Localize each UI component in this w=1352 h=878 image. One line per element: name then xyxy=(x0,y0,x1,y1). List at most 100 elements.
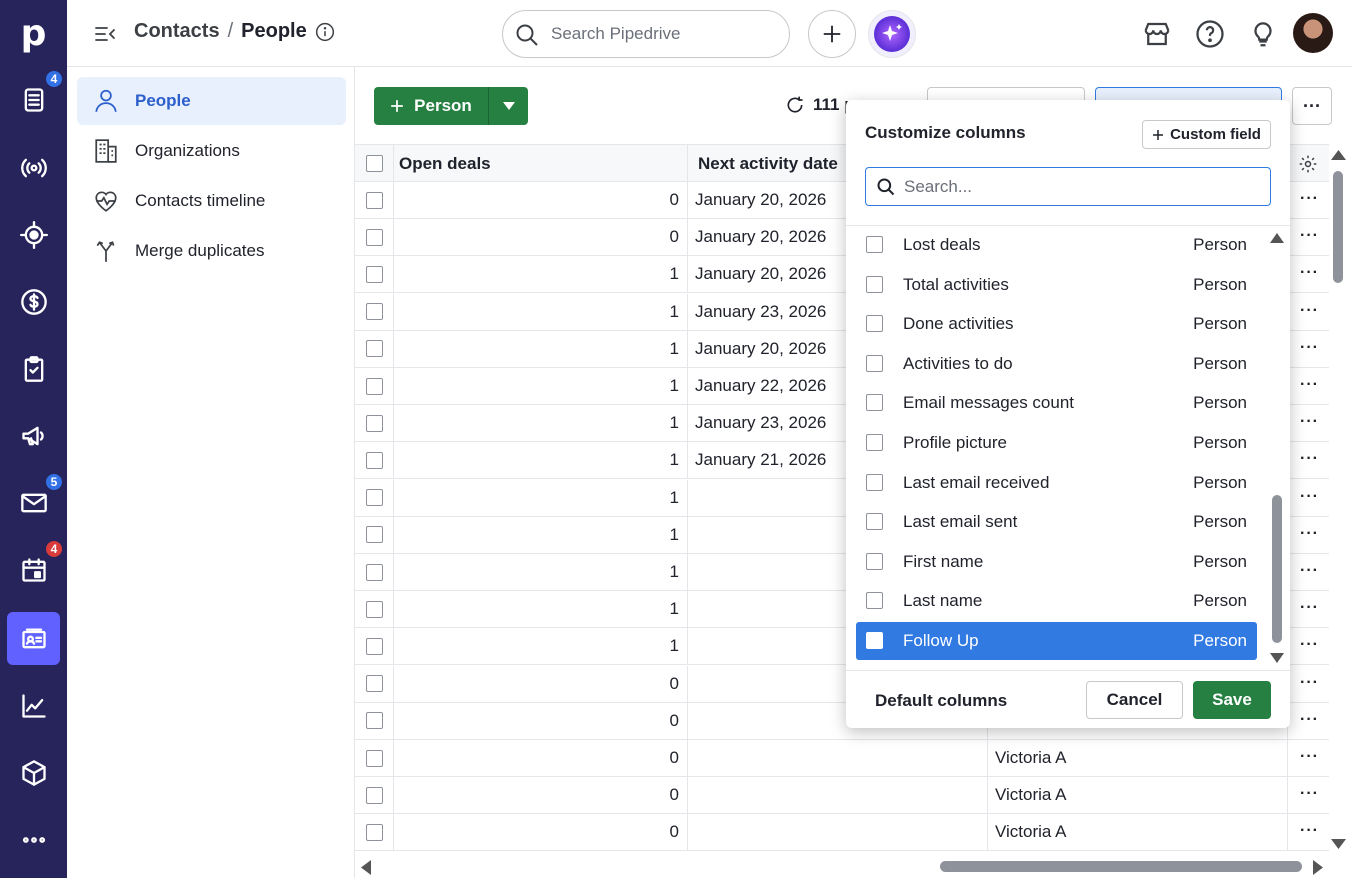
row-checkbox[interactable] xyxy=(365,749,383,767)
row-checkbox[interactable] xyxy=(365,265,383,283)
rail-item-broadcast[interactable] xyxy=(7,141,60,194)
column-option-checkbox[interactable] xyxy=(866,632,883,649)
open-deals-cell[interactable]: 0 xyxy=(394,740,688,776)
open-deals-cell[interactable]: 0 xyxy=(394,182,688,218)
row-checkbox[interactable] xyxy=(365,414,383,432)
owner-cell[interactable]: Victoria A xyxy=(988,814,1288,851)
rail-item-products[interactable] xyxy=(7,746,60,799)
rail-item-tasks[interactable] xyxy=(7,342,60,395)
column-option[interactable]: Last email received Person xyxy=(856,464,1257,502)
column-option-checkbox[interactable] xyxy=(866,315,883,333)
row-checkbox[interactable] xyxy=(365,600,383,618)
next-activity-cell[interactable] xyxy=(688,777,988,814)
cancel-button[interactable]: Cancel xyxy=(1086,681,1183,719)
rail-item-campaigns[interactable] xyxy=(7,409,60,462)
open-deals-cell[interactable]: 1 xyxy=(394,516,688,553)
column-option[interactable]: Email messages count Person xyxy=(856,384,1257,422)
select-all-checkbox[interactable] xyxy=(365,155,383,172)
row-more-button[interactable]: ··· xyxy=(1300,302,1319,320)
column-option-checkbox[interactable] xyxy=(866,394,883,412)
column-search-input[interactable]: Search... xyxy=(865,167,1271,206)
column-option-checkbox[interactable] xyxy=(866,354,883,372)
row-checkbox[interactable] xyxy=(365,489,383,507)
subnav-item-merge-duplicates[interactable]: Merge duplicates xyxy=(77,227,346,275)
rail-item-more[interactable] xyxy=(7,813,60,866)
rail-item-calendar[interactable]: 4 xyxy=(7,539,64,596)
pipedrive-logo[interactable]: p xyxy=(0,0,67,67)
save-button[interactable]: Save xyxy=(1193,681,1271,719)
next-activity-cell[interactable] xyxy=(688,814,988,851)
column-option-checkbox[interactable] xyxy=(866,592,883,610)
open-deals-cell[interactable]: 0 xyxy=(394,814,688,851)
row-checkbox[interactable] xyxy=(365,451,383,469)
add-person-dropdown[interactable] xyxy=(489,102,528,110)
table-row[interactable]: 0 Victoria A ··· xyxy=(355,740,1329,777)
open-deals-cell[interactable]: 1 xyxy=(394,330,688,367)
column-option[interactable]: Total activities Person xyxy=(856,266,1257,304)
row-checkbox[interactable] xyxy=(365,526,383,544)
open-deals-cell[interactable]: 1 xyxy=(394,591,688,628)
row-checkbox[interactable] xyxy=(365,675,383,693)
row-more-button[interactable]: ··· xyxy=(1300,674,1319,692)
vertical-scrollbar[interactable] xyxy=(1330,150,1347,853)
column-option-checkbox[interactable] xyxy=(866,434,883,451)
column-option-checkbox[interactable] xyxy=(866,275,883,293)
row-more-button[interactable]: ··· xyxy=(1300,785,1319,803)
row-more-button[interactable]: ··· xyxy=(1300,227,1319,245)
subnav-item-contacts-timeline[interactable]: Contacts timeline xyxy=(77,177,346,225)
row-more-button[interactable]: ··· xyxy=(1300,748,1319,766)
open-deals-cell[interactable]: 0 xyxy=(394,702,688,739)
more-actions-button[interactable]: ··· xyxy=(1292,87,1332,125)
table-row[interactable]: 0 Victoria A ··· xyxy=(355,814,1329,852)
info-icon[interactable] xyxy=(315,22,335,42)
help-icon[interactable] xyxy=(1195,19,1225,49)
open-deals-cell[interactable]: 0 xyxy=(394,665,688,702)
open-deals-cell[interactable]: 1 xyxy=(394,368,688,404)
scrollbar-thumb[interactable] xyxy=(1272,495,1282,643)
default-columns-link[interactable]: Default columns xyxy=(875,691,1007,711)
horizontal-scrollbar[interactable] xyxy=(355,855,1329,877)
column-option-checkbox[interactable] xyxy=(866,513,883,531)
breadcrumb-contacts[interactable]: Contacts xyxy=(134,20,220,43)
owner-cell[interactable]: Victoria A xyxy=(988,740,1288,776)
column-option[interactable]: Follow Up Person xyxy=(856,622,1257,660)
row-more-button[interactable]: ··· xyxy=(1300,264,1319,282)
column-header-open-deals[interactable]: Open deals xyxy=(394,145,688,182)
refresh-icon[interactable] xyxy=(785,95,805,115)
row-checkbox[interactable] xyxy=(365,377,383,395)
column-option[interactable]: Last email sent Person xyxy=(856,503,1257,541)
column-option-checkbox[interactable] xyxy=(866,552,883,570)
row-checkbox[interactable] xyxy=(365,303,383,321)
open-deals-cell[interactable]: 1 xyxy=(394,293,688,330)
table-row[interactable]: 0 Victoria A ··· xyxy=(355,777,1329,815)
subnav-item-people[interactable]: People xyxy=(77,77,346,125)
row-checkbox[interactable] xyxy=(365,786,383,804)
global-search-input[interactable]: Search Pipedrive xyxy=(502,10,790,58)
open-deals-cell[interactable]: 1 xyxy=(394,554,688,590)
row-checkbox[interactable] xyxy=(365,823,383,841)
column-option[interactable]: Profile picture Person xyxy=(856,424,1257,462)
column-option[interactable]: Lost deals Person xyxy=(856,226,1257,264)
row-more-button[interactable]: ··· xyxy=(1300,636,1319,654)
rail-item-contacts[interactable] xyxy=(7,612,60,665)
row-more-button[interactable]: ··· xyxy=(1300,488,1319,506)
lightbulb-icon[interactable] xyxy=(1248,19,1278,49)
row-checkbox[interactable] xyxy=(365,712,383,730)
gear-icon[interactable] xyxy=(1298,154,1318,174)
column-option-checkbox[interactable] xyxy=(866,473,883,491)
row-more-button[interactable]: ··· xyxy=(1300,339,1319,357)
open-deals-cell[interactable]: 1 xyxy=(394,628,688,665)
rail-item-insights[interactable] xyxy=(7,679,60,732)
row-more-button[interactable]: ··· xyxy=(1300,822,1319,840)
column-option[interactable]: First name Person xyxy=(856,543,1257,581)
row-more-button[interactable]: ··· xyxy=(1300,711,1319,729)
rail-item-target[interactable] xyxy=(7,208,60,261)
column-list-scrollbar[interactable] xyxy=(1270,233,1284,663)
subnav-item-organizations[interactable]: Organizations xyxy=(77,127,346,175)
row-more-button[interactable]: ··· xyxy=(1300,450,1319,468)
owner-cell[interactable]: Victoria A xyxy=(988,777,1288,814)
open-deals-cell[interactable]: 1 xyxy=(394,442,688,479)
open-deals-cell[interactable]: 1 xyxy=(394,256,688,293)
row-checkbox[interactable] xyxy=(365,191,383,209)
column-option-checkbox[interactable] xyxy=(866,236,883,253)
